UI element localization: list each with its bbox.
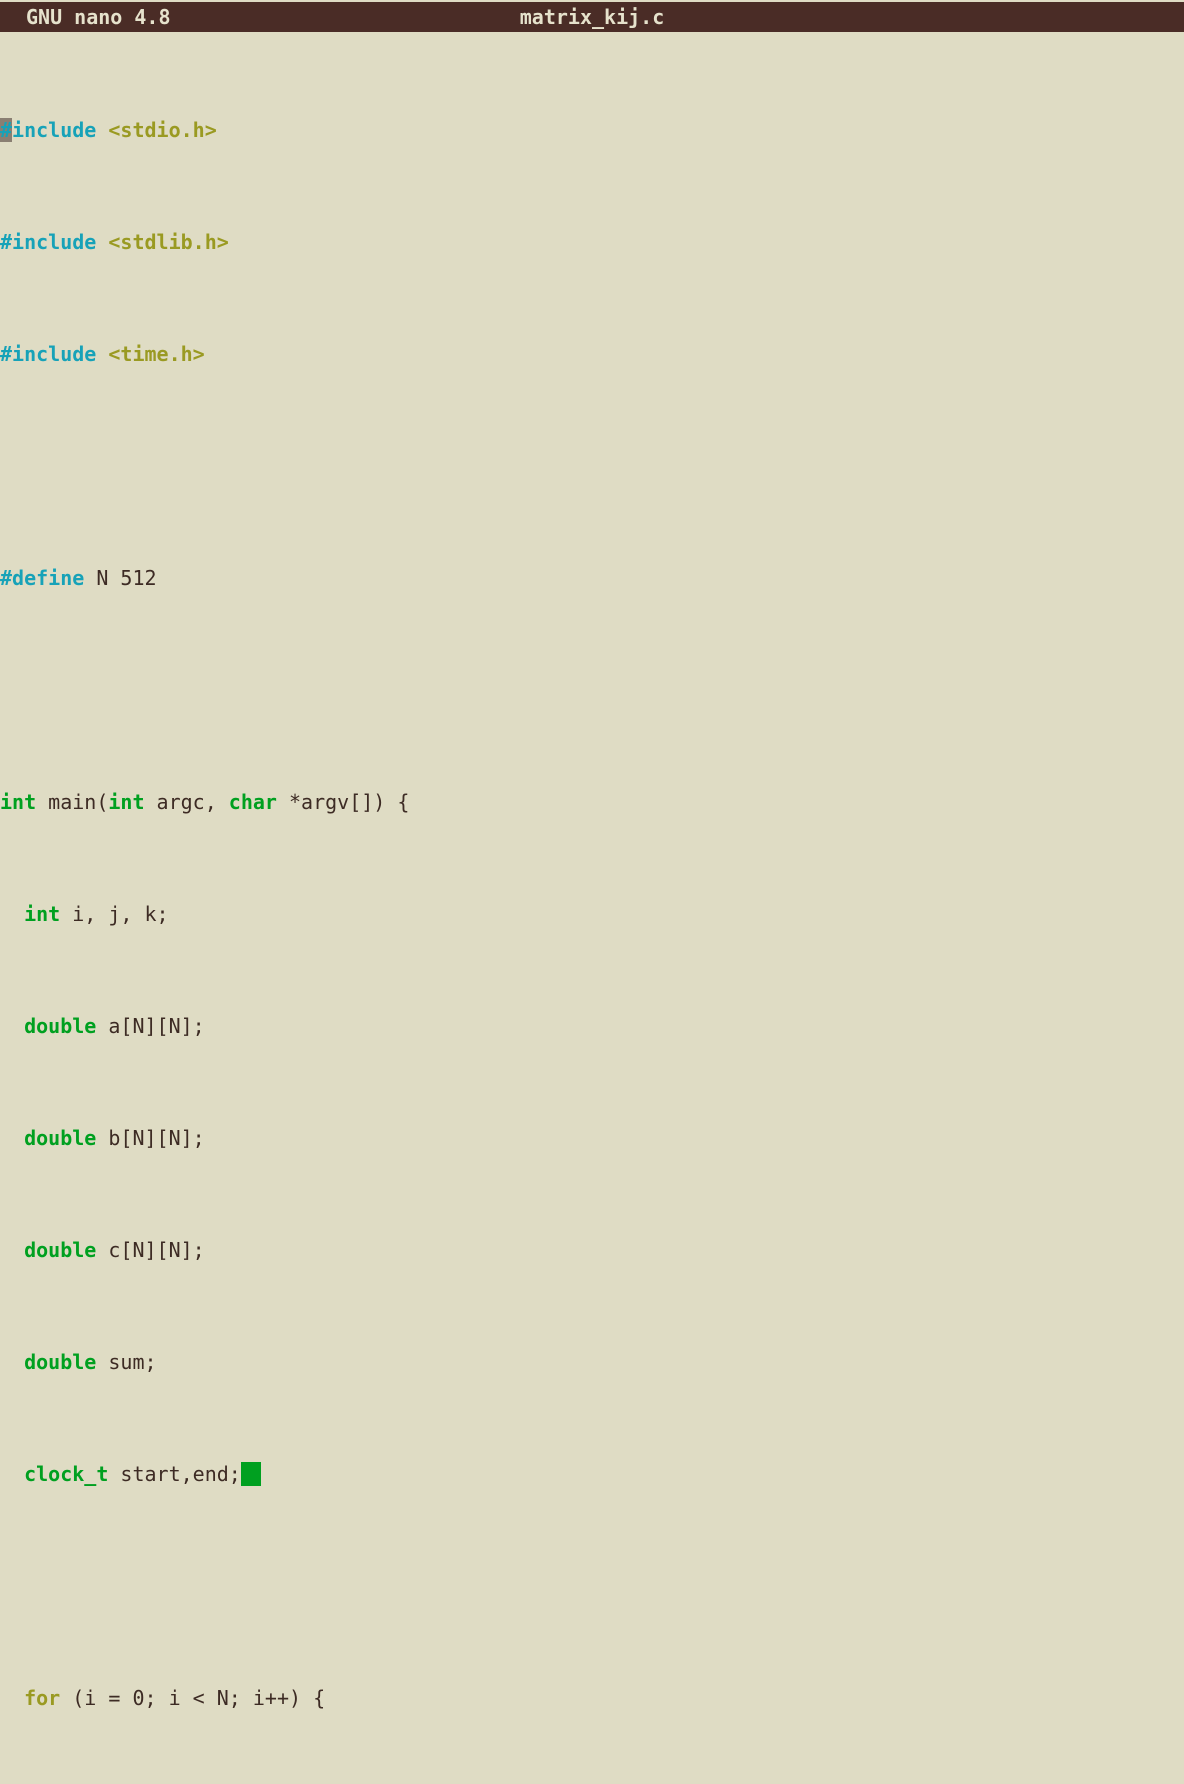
for-keyword: for (24, 1686, 61, 1710)
code-text: i, j, k; (60, 902, 169, 926)
code-line[interactable]: #include <time.h> (0, 340, 1184, 368)
text-cursor (240, 1462, 261, 1486)
type-keyword: int (24, 902, 61, 926)
preprocessor-keyword: include (12, 118, 97, 142)
code-text: main( (36, 790, 109, 814)
include-path: <time.h> (96, 342, 205, 366)
code-line[interactable]: for (i = 0; i < N; i++) { (0, 1684, 1184, 1712)
include-path: <stdlib.h> (96, 230, 229, 254)
code-line[interactable]: #include <stdlib.h> (0, 228, 1184, 256)
type-keyword: double (24, 1350, 97, 1374)
code-text: argc, (144, 790, 229, 814)
type-keyword: char (228, 790, 277, 814)
include-path: <stdio.h> (96, 118, 217, 142)
type-keyword: clock_t (24, 1462, 109, 1486)
code-text: c[N][N]; (96, 1238, 205, 1262)
code-line[interactable]: int i, j, k; (0, 900, 1184, 928)
code-line[interactable]: double sum; (0, 1348, 1184, 1376)
titlebar: GNU nano 4.8 matrix_kij.c (0, 2, 1184, 32)
code-text: sum; (96, 1350, 157, 1374)
text-buffer[interactable]: #include <stdio.h> #include <stdlib.h> #… (0, 32, 1184, 1710)
macro-definition: N 512 (84, 566, 157, 590)
preprocessor-keyword: #include (0, 230, 97, 254)
code-text: (i = 0; i < N; i++) { (60, 1686, 326, 1710)
code-line[interactable]: #define N 512 (0, 564, 1184, 592)
code-line-with-cursor[interactable]: clock_t start,end; (0, 1460, 1184, 1488)
filename-label: matrix_kij.c (519, 5, 665, 29)
code-text: *argv[]) { (276, 790, 410, 814)
code-line-blank[interactable] (0, 676, 1184, 704)
nano-editor-window: GNU nano 4.8 matrix_kij.c #include <stdi… (0, 0, 1184, 1710)
code-line-blank[interactable] (0, 452, 1184, 480)
code-line[interactable]: double a[N][N]; (0, 1012, 1184, 1040)
type-keyword: double (24, 1126, 97, 1150)
code-line[interactable]: double b[N][N]; (0, 1124, 1184, 1152)
type-keyword: double (24, 1014, 97, 1038)
code-text: start,end; (108, 1462, 241, 1486)
code-text: b[N][N]; (96, 1126, 205, 1150)
first-char-marker: # (0, 118, 13, 142)
type-keyword: int (108, 790, 145, 814)
code-line-blank[interactable] (0, 1572, 1184, 1600)
type-keyword: double (24, 1238, 97, 1262)
code-line[interactable]: double c[N][N]; (0, 1236, 1184, 1264)
type-keyword: int (0, 790, 37, 814)
preprocessor-keyword: #define (0, 566, 85, 590)
code-line[interactable]: #include <stdio.h> (0, 116, 1184, 144)
code-line[interactable]: int main(int argc, char *argv[]) { (0, 788, 1184, 816)
code-text: a[N][N]; (96, 1014, 205, 1038)
preprocessor-keyword: #include (0, 342, 97, 366)
